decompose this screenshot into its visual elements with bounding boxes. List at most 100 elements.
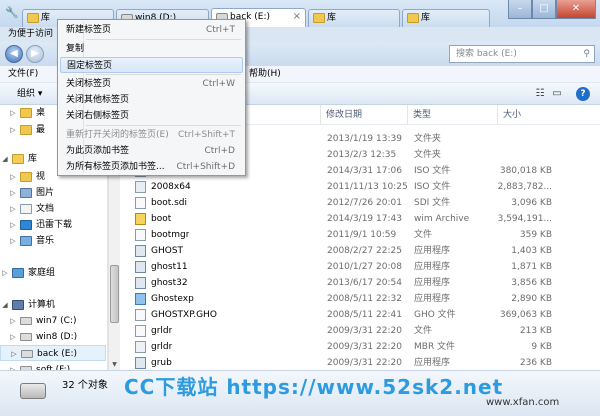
col-type[interactable]: 类型 xyxy=(407,105,497,125)
expand-arrow-icon[interactable]: ▷ xyxy=(8,217,18,233)
forward-arrow-icon[interactable]: ▶ xyxy=(26,45,44,63)
context-menu-item: 重新打开关闭的标签页(E) Ctrl+Shift+T xyxy=(60,127,243,143)
file-row[interactable]: Ghostexp 2008/5/11 22:32 应用程序 2,890 KB xyxy=(120,291,600,307)
file-type: MBR 文件 xyxy=(414,342,456,352)
context-menu-item[interactable]: 新建标签页 Ctrl+T xyxy=(60,22,243,38)
file-row[interactable]: GHOST 2008/2/27 22:25 应用程序 1,403 KB xyxy=(120,243,600,259)
scroll-down-icon[interactable]: ▼ xyxy=(109,360,120,370)
nav-item-label: 库 xyxy=(28,154,38,164)
close-window-icon[interactable]: ✕ xyxy=(556,0,596,19)
file-row[interactable]: boot 2014/3/19 17:43 wim Archive 3,594,191.… xyxy=(120,211,600,227)
menu-item-shortcut: Ctrl+T xyxy=(205,25,235,35)
context-menu-item[interactable]: 固定标签页 xyxy=(60,57,243,73)
menu-item-label: 关闭其他标签页 xyxy=(66,95,130,105)
nav-item-label: 文档 xyxy=(36,204,55,214)
drive-icon xyxy=(20,333,32,341)
tab-library-2[interactable]: 库 xyxy=(308,9,400,27)
file-row[interactable]: ghost32 2013/6/17 20:54 应用程序 3,856 KB xyxy=(120,275,600,291)
col-size[interactable]: 大小 xyxy=(497,105,557,125)
expand-arrow-icon[interactable]: ◢ xyxy=(0,297,10,313)
maximize-icon[interactable]: □ xyxy=(532,0,556,19)
expand-arrow-icon[interactable]: ▷ xyxy=(8,233,18,249)
file-type: 应用程序 xyxy=(414,358,451,368)
organize-button[interactable]: 组织 ▾ xyxy=(17,87,42,101)
exe-file-icon xyxy=(135,277,146,289)
file-type: GHO 文件 xyxy=(414,310,456,320)
file-size: 359 KB xyxy=(519,230,552,240)
watermark-text: CC下载站 https://www.52sk2.net xyxy=(124,375,504,399)
expand-arrow-icon[interactable]: ▷ xyxy=(8,105,18,121)
context-menu-item[interactable]: 关闭右侧标签页 xyxy=(60,108,243,124)
file-date: 2011/9/1 10:59 xyxy=(327,230,397,240)
expand-arrow-icon[interactable]: ▷ xyxy=(8,185,18,201)
wim-file-icon xyxy=(135,213,146,225)
expand-arrow-icon[interactable]: ▷ xyxy=(8,329,18,345)
file-row[interactable]: boot.sdi 2012/7/26 20:01 SDI 文件 3,096 KB xyxy=(120,195,600,211)
menu-item-label: 关闭标签页 xyxy=(66,79,112,89)
folder-icon xyxy=(20,172,32,182)
nav-item[interactable]: ▷ back (E:) xyxy=(0,345,106,361)
expand-arrow-icon[interactable]: ▷ xyxy=(9,346,19,362)
drive-icon xyxy=(21,350,33,358)
file-size: 213 KB xyxy=(519,326,552,336)
expand-arrow-icon[interactable]: ▷ xyxy=(8,201,18,217)
context-menu-item[interactable]: 为此页添加书签 Ctrl+D xyxy=(60,143,243,159)
context-menu-item[interactable]: 为所有标签页添加书签... Ctrl+Shift+D xyxy=(60,159,243,175)
view-options-icon[interactable]: ☷ xyxy=(533,87,547,101)
file-name: boot.sdi xyxy=(151,198,188,208)
search-icon[interactable]: ⚲ xyxy=(583,46,590,62)
file-date: 2011/11/13 10:25 xyxy=(327,182,408,192)
file-type: SDI 文件 xyxy=(414,198,451,208)
dl-icon xyxy=(20,220,32,230)
back-arrow-icon[interactable]: ◀ xyxy=(5,45,23,63)
exe-file-icon xyxy=(135,261,146,273)
window-title: 为便于访问 xyxy=(8,29,54,39)
minimize-icon[interactable]: – xyxy=(508,0,532,19)
folder-icon xyxy=(20,125,32,135)
file-date: 2014/3/31 17:06 xyxy=(327,166,402,176)
file-row[interactable]: grldr 2009/3/31 22:20 文件 213 KB xyxy=(120,323,600,339)
expand-arrow-icon[interactable]: ▷ xyxy=(0,265,10,281)
file-date: 2009/3/31 22:20 xyxy=(327,326,402,336)
file-row[interactable]: grub 2009/3/31 22:20 应用程序 236 KB xyxy=(120,355,600,370)
file-row[interactable]: ghost11 2010/1/27 20:08 应用程序 1,871 KB xyxy=(120,259,600,275)
expand-arrow-icon[interactable]: ▷ xyxy=(8,122,18,138)
expand-arrow-icon[interactable]: ◢ xyxy=(0,151,10,167)
file-size: 3,594,191... xyxy=(497,214,552,224)
file-row[interactable]: GHOSTXP.GHO 2008/5/11 22:41 GHO 文件 369,063 … xyxy=(120,307,600,323)
file-type: ISO 文件 xyxy=(414,166,451,176)
menu-item-shortcut: Ctrl+Shift+T xyxy=(177,130,235,140)
search-input[interactable]: 搜索 back (E:) ⚲ xyxy=(449,45,595,63)
folder-icon xyxy=(27,13,39,23)
scroll-thumb[interactable] xyxy=(110,265,119,323)
preview-pane-icon[interactable]: ▭ xyxy=(550,87,564,101)
file-name: grldr xyxy=(151,342,173,352)
file-size: 3,096 KB xyxy=(511,198,552,208)
menu-item-label: 复制 xyxy=(66,44,85,54)
file-size: 369,063 KB xyxy=(499,310,552,320)
close-tab-icon[interactable]: × xyxy=(293,9,301,25)
expand-arrow-icon[interactable]: ▷ xyxy=(8,362,18,370)
context-menu-item[interactable]: 复制 xyxy=(60,41,243,57)
menu-item-shortcut: Ctrl+D xyxy=(204,146,236,156)
context-menu-item[interactable]: 关闭其他标签页 xyxy=(60,92,243,108)
menu-help[interactable]: 帮助(H) xyxy=(249,66,281,83)
context-menu-item[interactable]: 关闭标签页 Ctrl+W xyxy=(60,76,243,92)
file-row[interactable]: bootmgr 2011/9/1 10:59 文件 359 KB xyxy=(120,227,600,243)
file-file-icon xyxy=(135,229,146,241)
expand-arrow-icon[interactable]: ▷ xyxy=(8,313,18,329)
tab-label: 库 xyxy=(41,13,51,23)
expand-arrow-icon[interactable]: ▷ xyxy=(8,169,18,185)
file-row[interactable]: 2008x64 2011/11/13 10:25 ISO 文件 2,883,782..… xyxy=(120,179,600,195)
menu-separator xyxy=(86,39,241,40)
file-type: 文件 xyxy=(414,326,433,336)
menu-file[interactable]: 文件(F) xyxy=(8,66,38,83)
tab-library-3[interactable]: 库 xyxy=(402,9,490,27)
wrench-icon[interactable]: 🔧 xyxy=(5,6,19,20)
help-icon[interactable]: ? xyxy=(576,87,590,101)
file-row[interactable]: grldr 2009/3/31 22:20 MBR 文件 9 KB xyxy=(120,339,600,355)
iso-file-icon xyxy=(135,181,146,193)
col-date[interactable]: 修改日期 xyxy=(320,105,407,125)
file-size: 380,018 KB xyxy=(499,166,552,176)
file-date: 2008/5/11 22:32 xyxy=(327,294,402,304)
